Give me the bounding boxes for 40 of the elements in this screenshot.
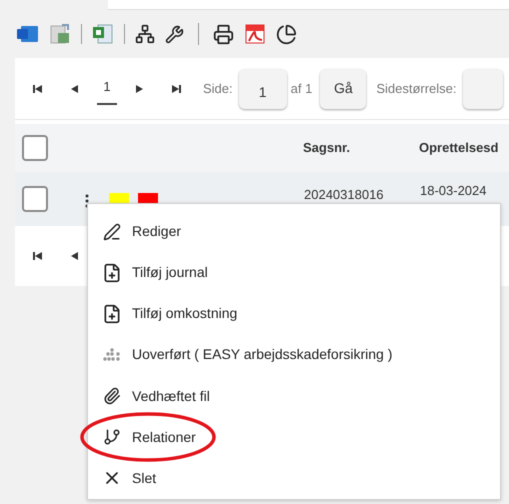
menu-item[interactable]: Slet: [132, 468, 156, 489]
menu-item[interactable]: Uoverført ( EASY arbejdsskadeforsikring ): [132, 344, 392, 366]
pie-chart-icon[interactable]: [276, 24, 297, 44]
branch-icon: [103, 428, 121, 446]
more-icon[interactable]: [85, 194, 89, 208]
paperclip-icon: [103, 387, 121, 406]
page-field[interactable]: 1: [238, 68, 287, 108]
page-size-field[interactable]: [462, 68, 503, 108]
dots-icon: [102, 348, 122, 362]
wrench-icon[interactable]: [165, 24, 184, 44]
spreadsheet-import-icon[interactable]: [49, 23, 71, 45]
printer-icon[interactable]: [213, 24, 234, 44]
previous-page-icon[interactable]: [69, 251, 79, 261]
first-page-icon[interactable]: [33, 84, 43, 94]
page-size-label: Sidestørrelse:: [376, 80, 457, 98]
pdf-icon[interactable]: [244, 23, 266, 45]
menu-item[interactable]: Vedhæftet fil: [132, 386, 210, 407]
pencil-icon: [103, 222, 121, 241]
next-page-icon[interactable]: [135, 84, 145, 94]
column-header[interactable]: Oprettelsesd: [419, 138, 498, 158]
menu-item[interactable]: Tilføj omkostning: [132, 303, 238, 324]
checkbox[interactable]: [22, 186, 48, 212]
page-count: af 1: [290, 80, 312, 98]
word-icon[interactable]: [17, 24, 39, 44]
page-label: Side:: [203, 80, 233, 98]
spreadsheet-icon[interactable]: [92, 23, 114, 45]
menu-item[interactable]: Tilføj journal: [132, 262, 208, 284]
file-plus-icon: [102, 304, 122, 324]
column-header[interactable]: Sagsnr.: [303, 138, 419, 158]
file-plus-icon: [102, 262, 122, 283]
checkbox[interactable]: [22, 135, 48, 161]
hierarchy-icon[interactable]: [135, 24, 155, 44]
last-page-icon[interactable]: [171, 84, 181, 94]
current-page-link[interactable]: 1: [97, 72, 117, 104]
first-page-icon[interactable]: [33, 251, 43, 261]
table-cell-text: 20240318016: [304, 186, 385, 204]
previous-page-icon[interactable]: [69, 84, 79, 94]
menu-item[interactable]: Rediger: [132, 221, 182, 242]
go-button[interactable]: Gå: [320, 68, 366, 108]
table-cell-text: 18-03-2024: [420, 182, 486, 200]
